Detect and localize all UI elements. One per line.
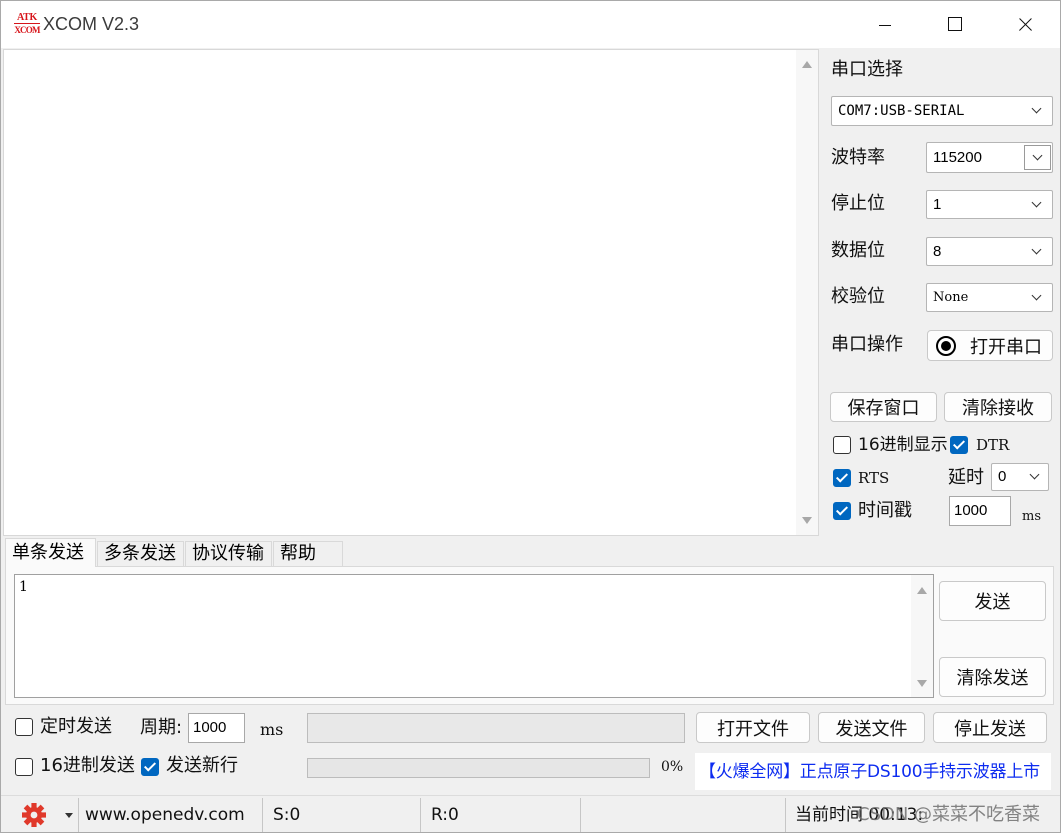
baud-dropdown-button[interactable] [1024,145,1051,170]
sent-count: S:0 [273,805,301,825]
tab-single-send[interactable]: 单条发送 [5,538,96,567]
stop-bits-select[interactable]: 1 [926,190,1053,219]
status-separator [78,798,79,832]
hex-display-label: 16进制显示 [858,435,948,455]
rts-checkbox[interactable] [833,469,851,487]
caret-down-icon[interactable] [65,813,73,818]
save-window-button[interactable]: 保存窗口 [830,392,937,422]
open-file-button[interactable]: 打开文件 [696,712,810,743]
status-separator [785,798,786,832]
timed-send-checkbox[interactable] [15,718,33,736]
rts-label: RTS [858,469,890,487]
send-scrollbar[interactable] [911,575,933,697]
chevron-down-icon [1031,244,1042,255]
port-select[interactable]: COM7:USB-SERIAL [831,96,1053,126]
hex-send-checkbox[interactable] [15,758,33,776]
received-count: R:0 [431,805,459,825]
send-text: 1 [19,579,28,595]
timestamp-interval-input[interactable]: 1000 [949,496,1011,526]
baud-label: 波特率 [831,147,885,168]
logo-text-bottom: XCOM [14,23,40,35]
period-label: 周期: [140,717,183,738]
period-value: 1000 [193,719,227,736]
title-bar: ATK XCOM XCOM V2.3 [0,0,1061,48]
baud-select-value: 115200 [933,149,982,166]
tab-protocol-transfer[interactable]: 协议传输 [185,541,272,567]
dtr-label: DTR [976,436,1010,454]
receive-scrollbar[interactable] [796,50,818,535]
chevron-down-icon [1031,197,1042,208]
period-input[interactable]: 1000 [188,713,245,743]
minimize-button[interactable] [862,0,908,48]
chevron-down-icon [1029,469,1040,480]
stop-bits-label: 停止位 [831,193,885,214]
open-port-label: 打开串口 [970,336,1042,358]
hex-display-checkbox[interactable] [833,436,851,454]
tab-help[interactable]: 帮助 [273,541,343,567]
gear-icon[interactable] [21,802,47,828]
chevron-down-icon [1032,150,1043,161]
send-file-button[interactable]: 发送文件 [818,712,925,743]
window-title: XCOM V2.3 [43,14,140,34]
dtr-checkbox[interactable] [950,436,968,454]
status-separator [262,798,263,832]
status-separator [580,798,581,832]
status-bar: www.openedv.com S:0 R:0 当前时间 00:13: CSDN… [0,795,1061,833]
tab-multi-send[interactable]: 多条发送 [97,541,184,567]
parity-value: None [933,290,969,305]
baud-select[interactable]: 115200 [926,142,1053,173]
parity-select[interactable]: None [926,283,1053,312]
ad-banner[interactable]: 【火爆全网】正点原子DS100手持示波器上市 [695,753,1051,790]
data-bits-label: 数据位 [831,240,885,261]
scroll-down-arrow-icon[interactable] [802,517,812,524]
delay-select[interactable]: 0 [991,463,1049,491]
open-port-button[interactable]: 打开串口 [927,330,1053,361]
logo-text-top: ATK [16,12,38,23]
data-bits-select[interactable]: 8 [926,237,1053,266]
clear-receive-button[interactable]: 清除接收 [944,392,1052,422]
port-operation-label: 串口操作 [831,334,903,355]
stop-send-button[interactable]: 停止发送 [933,712,1047,743]
delay-value: 0 [998,468,1007,485]
website-link[interactable]: www.openedv.com [85,804,245,826]
receive-textarea[interactable] [3,49,819,536]
port-select-value: COM7:USB-SERIAL [838,103,965,119]
chevron-down-icon [1031,103,1042,114]
minimize-icon [879,25,891,26]
timed-send-label: 定时发送 [40,716,112,737]
period-unit: ms [260,720,284,739]
maximize-button[interactable] [931,0,977,48]
ad-link[interactable]: 【火爆全网】正点原子DS100手持示波器上市 [699,761,1040,783]
hex-send-label: 16进制发送 [40,755,135,776]
send-textarea[interactable]: 1 [14,574,934,698]
send-newline-checkbox[interactable] [141,758,159,776]
watermark: CSDN @菜菜不吃香菜 [857,804,1041,825]
close-button[interactable] [1001,0,1047,48]
scroll-up-arrow-icon[interactable] [917,587,927,594]
status-separator [420,798,421,832]
port-label: 串口选择 [831,59,903,80]
atk-logo-icon: ATK XCOM [14,12,40,38]
parity-label: 校验位 [831,286,885,307]
timestamp-label: 时间戳 [858,500,912,521]
send-progress-bar [307,758,650,778]
clear-send-button[interactable]: 清除发送 [939,657,1046,697]
data-bits-value: 8 [933,243,942,260]
close-icon [1001,0,1047,48]
stop-bits-value: 1 [933,196,942,213]
send-newline-label: 发送新行 [166,755,238,776]
maximize-icon [948,17,962,31]
timestamp-interval-value: 1000 [954,502,988,519]
delay-label: 延时 [948,467,984,488]
timestamp-unit: ms [1022,509,1041,524]
progress-percent: 0% [661,759,684,775]
chevron-down-icon [1031,290,1042,301]
scroll-down-arrow-icon[interactable] [917,680,927,687]
timestamp-checkbox[interactable] [833,502,851,520]
send-button[interactable]: 发送 [939,581,1046,621]
file-path-field [307,713,685,743]
scroll-up-arrow-icon[interactable] [802,61,812,68]
port-state-indicator-icon [936,336,956,356]
